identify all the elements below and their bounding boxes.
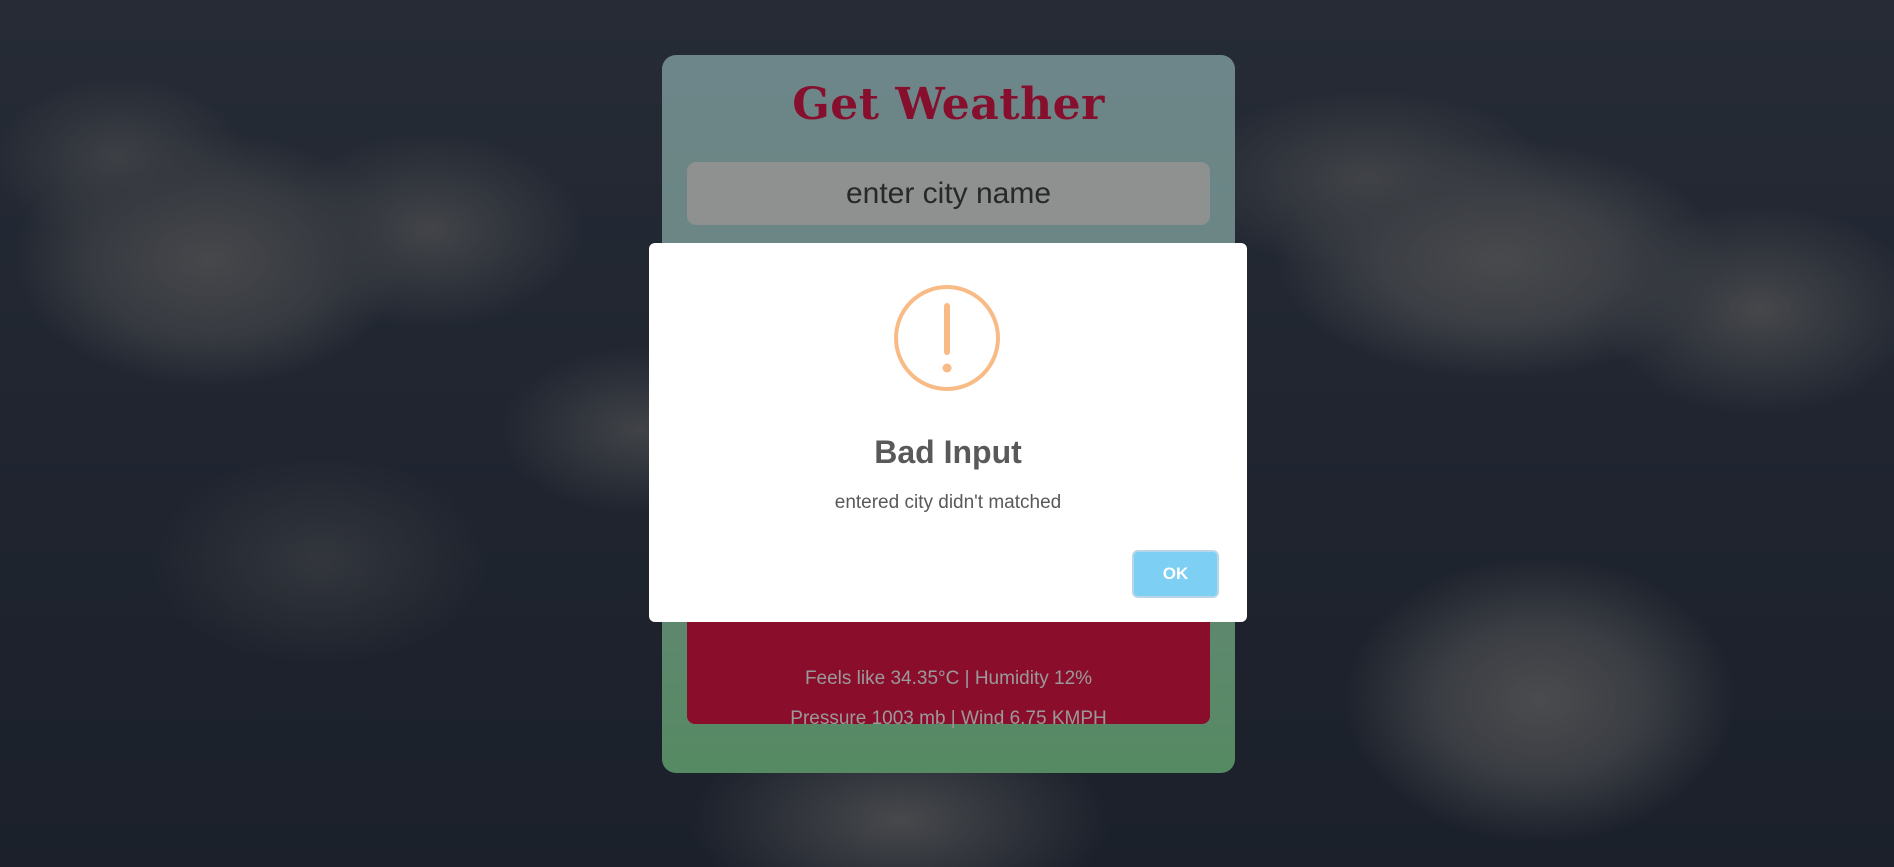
alert-title: Bad Input [874,434,1022,470]
alert-message: entered city didn't matched [834,492,1062,513]
bad-input-alert-dialog: Bad Input entered city didn't matched OK [649,243,1247,622]
warning-exclamation-icon [894,285,1000,391]
ok-button[interactable]: OK [1132,550,1219,598]
